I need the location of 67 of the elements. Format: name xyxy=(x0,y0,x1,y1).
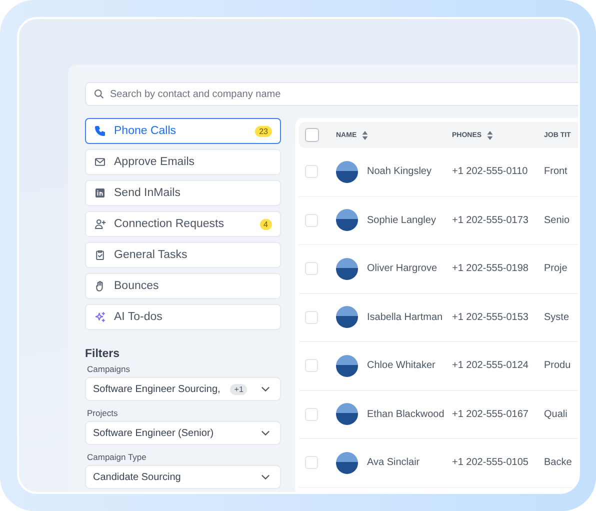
contact-name: Isabella Hartman xyxy=(367,312,443,323)
task-type-item[interactable]: General Tasks xyxy=(85,242,281,268)
search-icon xyxy=(94,89,104,99)
task-type-item[interactable]: AI To-dos xyxy=(85,304,281,330)
avatar-photo xyxy=(336,354,358,377)
row-checkbox[interactable] xyxy=(305,310,318,324)
phone-cell-text: +1 202-555-0173 xyxy=(452,214,530,226)
job-title-cell-text: Quali xyxy=(544,408,568,420)
hand-icon xyxy=(94,280,106,292)
job-title-cell-text: Proje xyxy=(544,263,568,274)
phone-cell-text: +1 202-555-0153 xyxy=(452,312,530,323)
envelope-icon xyxy=(94,156,106,168)
search-field[interactable]: Search by contact and company name xyxy=(85,82,578,106)
contact-name: Sophie Langley xyxy=(367,214,436,226)
avatar-photo xyxy=(336,403,358,426)
filters-title: Filters xyxy=(85,348,121,360)
sort-icon[interactable] xyxy=(362,130,368,140)
phone-cell-text: +1 202-555-0110 xyxy=(452,166,529,178)
filter-dropdown[interactable]: Candidate Sourcing xyxy=(85,465,281,489)
job-title-cell-text: Front xyxy=(544,166,568,178)
contact-name: Noah Kingsley xyxy=(367,166,432,178)
task-type-item[interactable]: Approve Emails xyxy=(85,149,281,175)
filter-dropdown[interactable]: Software Engineer (Senior) xyxy=(85,421,281,445)
chevron-down-icon xyxy=(261,430,270,436)
phone-cell-text: +1 202-555-0105 xyxy=(452,457,530,468)
clipboard-icon xyxy=(94,249,106,261)
job-title-cell-text: Syste xyxy=(544,312,570,323)
sparkle-icon xyxy=(94,311,106,323)
task-type-item[interactable]: Connection Requests 4 xyxy=(85,211,281,237)
contact-name: Ava Sinclair xyxy=(367,457,420,468)
chevron-down-icon xyxy=(261,474,270,480)
phone-cell-text: +1 202-555-0124 xyxy=(452,360,530,372)
avatar-photo xyxy=(336,160,358,183)
row-checkbox[interactable] xyxy=(305,165,318,178)
filter-dropdown[interactable]: Software Engineer Sourcing, +1 xyxy=(85,377,281,401)
row-checkbox[interactable] xyxy=(305,214,318,227)
row-checkbox[interactable] xyxy=(305,262,318,276)
phone-icon xyxy=(94,125,106,137)
job-title-cell-text: Backe xyxy=(544,457,573,468)
count-badge: 23 xyxy=(255,126,272,136)
filter-label: Campaign Type xyxy=(87,452,148,462)
person-add-icon xyxy=(94,218,106,230)
avatar-photo xyxy=(336,306,358,328)
phone-cell-text: +1 202-555-0198 xyxy=(452,263,530,274)
row-checkbox[interactable] xyxy=(305,359,318,372)
contact-name: Chloe Whitaker xyxy=(367,360,436,372)
task-type-item[interactable]: Bounces xyxy=(85,273,281,299)
row-checkbox[interactable] xyxy=(305,456,318,470)
count-badge: 4 xyxy=(260,218,272,230)
task-type-item[interactable]: Send InMails xyxy=(85,180,281,206)
avatar-photo xyxy=(336,209,358,232)
filter-label: Campaigns xyxy=(87,364,131,374)
row-checkbox[interactable] xyxy=(305,408,318,421)
count-badge: +1 xyxy=(230,384,248,394)
task-type-item[interactable]: Phone Calls 23 xyxy=(85,118,281,144)
linkedin-icon xyxy=(94,187,106,199)
select-all-checkbox[interactable] xyxy=(305,128,319,142)
sort-icon[interactable] xyxy=(486,130,493,140)
contact-name: Oliver Hargrove xyxy=(367,263,438,274)
chevron-down-icon xyxy=(261,386,270,392)
job-title-cell-text: Produ xyxy=(544,360,572,372)
avatar-photo xyxy=(336,258,358,280)
filter-label: Projects xyxy=(87,408,119,418)
avatar-photo xyxy=(336,452,358,474)
phone-cell-text: +1 202-555-0167 xyxy=(452,408,530,420)
contact-name: Ethan Blackwood xyxy=(367,408,444,420)
job-title-cell-text: Senio xyxy=(544,214,571,226)
